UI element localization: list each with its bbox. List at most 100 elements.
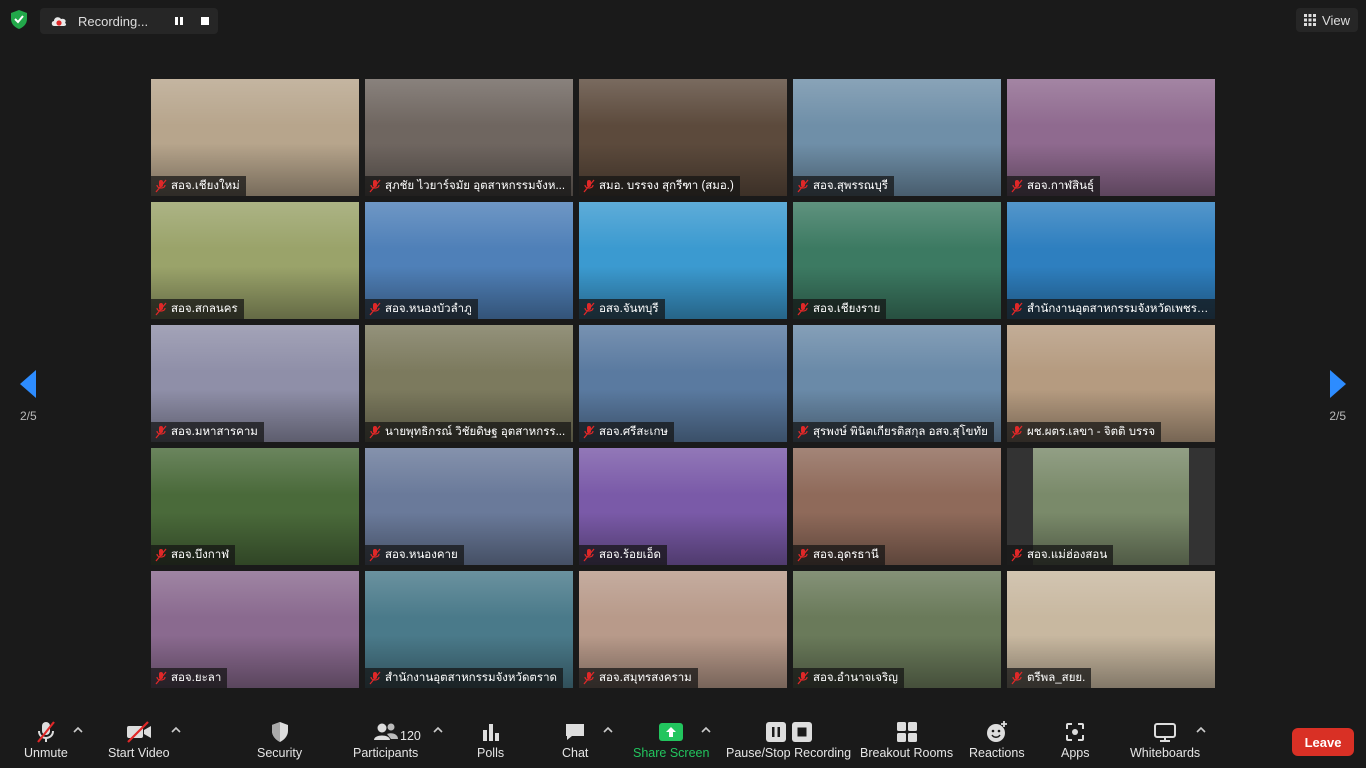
recording-label: Recording... [78, 13, 149, 29]
participant-name-bar: สำนักงานอุตสาหกรรมจังหวัดตราด [365, 668, 563, 688]
participant-name-bar: สอจ.แม่ฮ่องสอน [1007, 545, 1114, 565]
participant-video-tile[interactable]: สอจ.เชียงราย [793, 202, 1001, 319]
participant-name-bar: สอจ.มหาสารคาม [151, 422, 264, 442]
pause-stop-recording-button[interactable]: Pause/Stop Recording [726, 720, 851, 760]
recording-bar: Recording... [40, 8, 218, 34]
video-options-chevron-icon[interactable] [171, 726, 181, 734]
audio-options-chevron-icon[interactable] [73, 726, 83, 734]
previous-page-arrow-icon[interactable] [18, 368, 38, 400]
participant-name-bar: สอจ.หนองบัวลำภู [365, 299, 478, 319]
leave-button[interactable]: Leave [1292, 728, 1354, 756]
chat-options-chevron-icon[interactable] [603, 726, 613, 734]
polls-label: Polls [477, 746, 505, 760]
muted-microphone-icon [369, 179, 381, 193]
chat-button[interactable]: Chat [562, 720, 588, 760]
participant-video-tile[interactable]: สำนักงานอุตสาหกรรมจังหวัดเพชรบุรี [1007, 202, 1215, 319]
participant-video-tile[interactable]: สอจ.ศรีสะเกษ [579, 325, 787, 442]
participant-video-tile[interactable]: สอจ.บึงกาฬ [151, 448, 359, 565]
breakout-rooms-label: Breakout Rooms [860, 746, 954, 760]
stop-recording-icon [791, 722, 812, 742]
participant-video-tile[interactable]: สอจ.สกลนคร [151, 202, 359, 319]
participant-name-bar: สอจ.สกลนคร [151, 299, 244, 319]
participant-video-tile[interactable]: สอจ.สุพรรณบุรี [793, 79, 1001, 196]
participant-name: สำนักงานอุตสาหกรรมจังหวัดตราด [385, 672, 557, 684]
start-video-button[interactable]: Start Video [108, 720, 170, 760]
share-screen-button[interactable]: Share Screen [633, 720, 709, 760]
participant-name: สอจ.ร้อยเอ็ด [599, 549, 661, 561]
whiteboards-options-chevron-icon[interactable] [1196, 726, 1206, 734]
reactions-label: Reactions [969, 746, 1025, 760]
participants-count: 120 [400, 729, 421, 743]
view-button[interactable]: View [1296, 8, 1358, 32]
participant-video-tile[interactable]: ผช.ผตร.เลขา - จิตติ บรรจ [1007, 325, 1215, 442]
participant-name-bar: สอจ.ร้อยเอ็ด [579, 545, 667, 565]
muted-microphone-icon [583, 302, 595, 316]
muted-microphone-icon [797, 179, 809, 193]
participant-name: สอจ.ศรีสะเกษ [599, 426, 669, 438]
participant-name: สอจ.แม่ฮ่องสอน [1027, 549, 1108, 561]
muted-microphone-icon [583, 671, 595, 685]
participant-video-tile[interactable]: สอจ.ยะลา [151, 571, 359, 688]
polls-button[interactable]: Polls [477, 720, 504, 760]
stop-recording-button[interactable] [192, 11, 218, 31]
security-label: Security [257, 746, 303, 760]
participant-video-tile[interactable]: สำนักงานอุตสาหกรรมจังหวัดตราด [365, 571, 573, 688]
participant-video-tile[interactable]: สุภชัย ไวยาร์จมัย อุตสาหกรรมจังห... [365, 79, 573, 196]
breakout-rooms-button[interactable]: Breakout Rooms [860, 720, 953, 760]
participant-name: สอจ.หนองบัวลำภู [385, 303, 472, 315]
participant-video-tile[interactable]: สอจ.เชียงใหม่ [151, 79, 359, 196]
participant-name: ผช.ผตร.เลขา - จิตติ บรรจ [1027, 426, 1156, 438]
participant-video-tile[interactable]: ตรีพล_สยย. [1007, 571, 1215, 688]
participant-video-tile[interactable]: อสจ.จันทบุรี [579, 202, 787, 319]
participant-name: สมอ. บรรจง สุกรีฑา (สมอ.) [599, 180, 734, 192]
next-page-arrow-icon[interactable] [1328, 368, 1348, 400]
pause-recording-button[interactable] [166, 11, 192, 31]
participant-video-tile[interactable]: สอจ.อำนาจเจริญ [793, 571, 1001, 688]
participants-options-chevron-icon[interactable] [433, 726, 443, 734]
participant-video-tile[interactable]: สอจ.หนองบัวลำภู [365, 202, 573, 319]
chat-bubble-icon [566, 724, 585, 740]
participant-name-bar: สุภชัย ไวยาร์จมัย อุตสาหกรรมจังห... [365, 176, 572, 196]
participant-name-bar: อสจ.จันทบุรี [579, 299, 665, 319]
participant-video-tile[interactable]: สอจ.กาฬสินธุ์ [1007, 79, 1215, 196]
breakout-rooms-icon [896, 722, 917, 742]
participant-video-tile[interactable]: นายพุทธิกรณ์ วิชัยดิษฐ อุตสาหกรร... [365, 325, 573, 442]
muted-microphone-icon [1011, 425, 1023, 439]
participant-name: สอจ.อำนาจเจริญ [813, 672, 898, 684]
participant-video-tile[interactable]: สอจ.แม่ฮ่องสอน [1007, 448, 1215, 565]
apps-button[interactable]: Apps [1061, 720, 1090, 760]
muted-microphone-icon [155, 179, 167, 193]
reactions-button[interactable]: Reactions [969, 720, 1025, 760]
shield-check-icon[interactable] [8, 8, 30, 30]
participant-name-bar: สอจ.สมุทรสงคราม [579, 668, 698, 688]
share-options-chevron-icon[interactable] [701, 726, 711, 734]
apps-icon [1066, 723, 1085, 741]
view-label: View [1322, 12, 1350, 28]
participant-video-tile[interactable]: สุรพงษ์ พินิตเกียรติสกุล อสจ.สุโขทัย [793, 325, 1001, 442]
muted-microphone-icon [583, 548, 595, 562]
participant-name-bar: สอจ.ศรีสะเกษ [579, 422, 675, 442]
participant-name: สอจ.ยะลา [171, 672, 222, 684]
participant-name-bar: ผช.ผตร.เลขา - จิตติ บรรจ [1007, 422, 1162, 442]
stop-icon [201, 17, 209, 25]
participant-name-bar: สอจ.อำนาจเจริญ [793, 668, 904, 688]
start-video-label: Start Video [108, 746, 170, 760]
muted-microphone-icon [155, 548, 167, 562]
participant-name: สอจ.กาฬสินธุ์ [1027, 180, 1095, 192]
participant-video-tile[interactable]: สอจ.ร้อยเอ็ด [579, 448, 787, 565]
pause-stop-recording-label: Pause/Stop Recording [726, 746, 852, 760]
participant-name: สอจ.หนองคาย [385, 549, 458, 561]
security-button[interactable]: Security [257, 720, 302, 760]
participant-video-tile[interactable]: สอจ.มหาสารคาม [151, 325, 359, 442]
whiteboard-icon [1154, 723, 1177, 742]
participant-video-tile[interactable]: สอจ.สมุทรสงคราม [579, 571, 787, 688]
participant-video-tile[interactable]: สอจ.หนองคาย [365, 448, 573, 565]
participant-name: สุรพงษ์ พินิตเกียรติสกุล อสจ.สุโขทัย [813, 426, 988, 438]
participant-video-tile[interactable]: สอจ.อุดรธานี [793, 448, 1001, 565]
participant-video-tile[interactable]: สมอ. บรรจง สุกรีฑา (สมอ.) [579, 79, 787, 196]
participant-name-bar: สมอ. บรรจง สุกรีฑา (สมอ.) [579, 176, 740, 196]
unmute-button[interactable]: Unmute [24, 720, 68, 760]
participant-name-bar: สอจ.เชียงราย [793, 299, 887, 319]
whiteboards-button[interactable]: Whiteboards [1130, 720, 1200, 760]
zoom-meeting-window: Recording... View 2/5 2/5 สอจ.เชียงใหม่ส… [0, 0, 1366, 768]
